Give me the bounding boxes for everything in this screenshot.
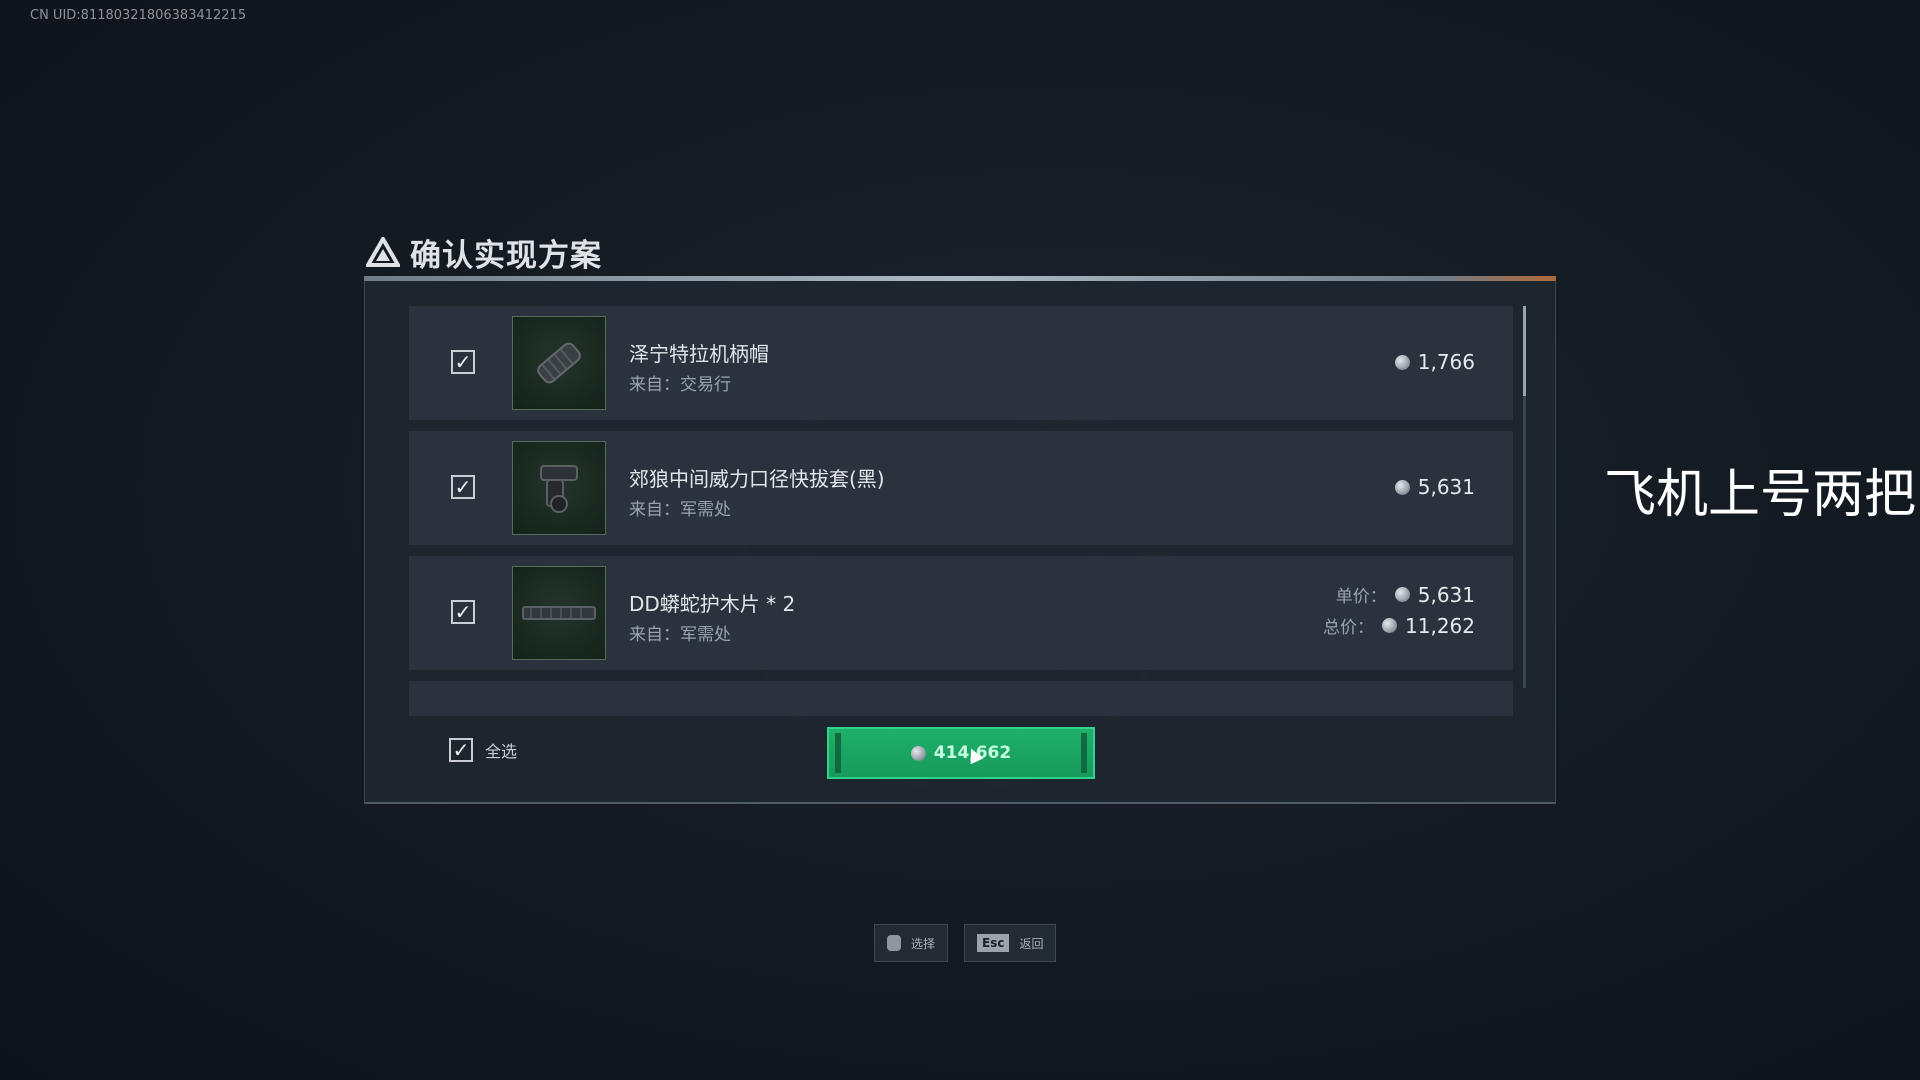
item-source: 来自：军需处 <box>629 625 731 645</box>
coin-icon <box>910 745 926 761</box>
item-total-price: 总价： 11,262 <box>1323 613 1475 639</box>
total-price-value: 11,262 <box>1405 613 1475 638</box>
delta-logo-icon <box>366 237 400 267</box>
player-uid: CN UID:8118032180638​3412215 <box>30 8 247 23</box>
select-hint-label: 选择 <box>911 936 936 951</box>
item-checkbox[interactable]: ✓ <box>451 600 475 624</box>
item-price-value: 1,766 <box>1417 350 1475 374</box>
item-thumbnail <box>512 316 606 410</box>
dialog-title-text: 确认实现方案 <box>410 237 602 274</box>
list-scrollbar[interactable] <box>1523 306 1526 688</box>
check-icon: ✓ <box>452 738 470 762</box>
item-source: 来自：军需处 <box>629 500 731 520</box>
list-item[interactable]: ✓ 泽宁特拉机柄帽 来自：交易行 1,766 <box>409 306 1513 420</box>
list-item[interactable]: ✓ 郊狼中间威力口径快拔套(黑) 来自：军需处 5,631 <box>409 431 1513 545</box>
item-checkbox[interactable]: ✓ <box>451 475 475 499</box>
rail-cover-icon <box>522 606 596 620</box>
back-hint[interactable]: Esc 返回 <box>964 924 1057 962</box>
check-icon: ✓ <box>454 600 472 624</box>
item-price-value: 5,631 <box>1417 475 1475 499</box>
select-hint[interactable]: 选择 <box>874 924 949 962</box>
mouse-icon <box>887 935 901 951</box>
item-thumbnail <box>512 441 606 535</box>
item-name: DD蟒蛇护木片 * 2 <box>629 592 796 616</box>
item-source: 来自：交易行 <box>629 375 731 395</box>
list-item[interactable] <box>409 681 1513 716</box>
item-name: 泽宁特拉机柄帽 <box>629 342 769 366</box>
check-icon: ✓ <box>454 350 472 374</box>
select-all-label: 全选 <box>485 742 518 761</box>
esc-key: Esc <box>977 934 1010 952</box>
item-thumbnail <box>512 566 606 660</box>
total-price-label: 总价： <box>1323 618 1375 638</box>
item-checkbox[interactable]: ✓ <box>451 350 475 374</box>
stream-caption: 飞机上号两把 <box>1604 465 1917 525</box>
select-all-checkbox[interactable]: ✓ <box>449 738 473 762</box>
select-all-toggle[interactable]: ✓ 全选 <box>449 738 517 762</box>
back-hint-label: 返回 <box>1019 936 1044 951</box>
item-name: 郊狼中间威力口径快拔套(黑) <box>629 467 885 491</box>
coin-icon <box>1394 479 1410 495</box>
item-list[interactable]: ✓ 泽宁特拉机柄帽 来自：交易行 1,766 ✓ 郊狼中间威力口径快拔套(黑) … <box>409 306 1513 716</box>
coin-icon <box>1394 587 1410 602</box>
item-price: 5,631 <box>1394 475 1475 499</box>
unit-price-label: 单价： <box>1335 587 1387 607</box>
check-icon: ✓ <box>454 475 472 499</box>
cylinder-grip-icon <box>537 342 581 384</box>
unit-price-value: 5,631 <box>1417 582 1475 607</box>
list-item[interactable]: ✓ DD蟒蛇护木片 * 2 来自：军需处 单价： 5,631 总价： 11,26… <box>409 556 1513 670</box>
coin-icon <box>1394 354 1410 370</box>
item-unit-price: 单价： 5,631 <box>1335 582 1475 608</box>
scrollbar-thumb[interactable] <box>1523 306 1526 396</box>
confirm-plan-panel: ✓ 泽宁特拉机柄帽 来自：交易行 1,766 ✓ 郊狼中间威力口径快拔套(黑) … <box>364 281 1556 804</box>
coin-icon <box>1382 618 1398 633</box>
mount-icon <box>540 465 578 513</box>
item-price: 1,766 <box>1394 350 1475 374</box>
dialog-title: 确认实现方案 <box>366 230 602 274</box>
purchase-button[interactable]: 414,662 <box>827 727 1095 779</box>
